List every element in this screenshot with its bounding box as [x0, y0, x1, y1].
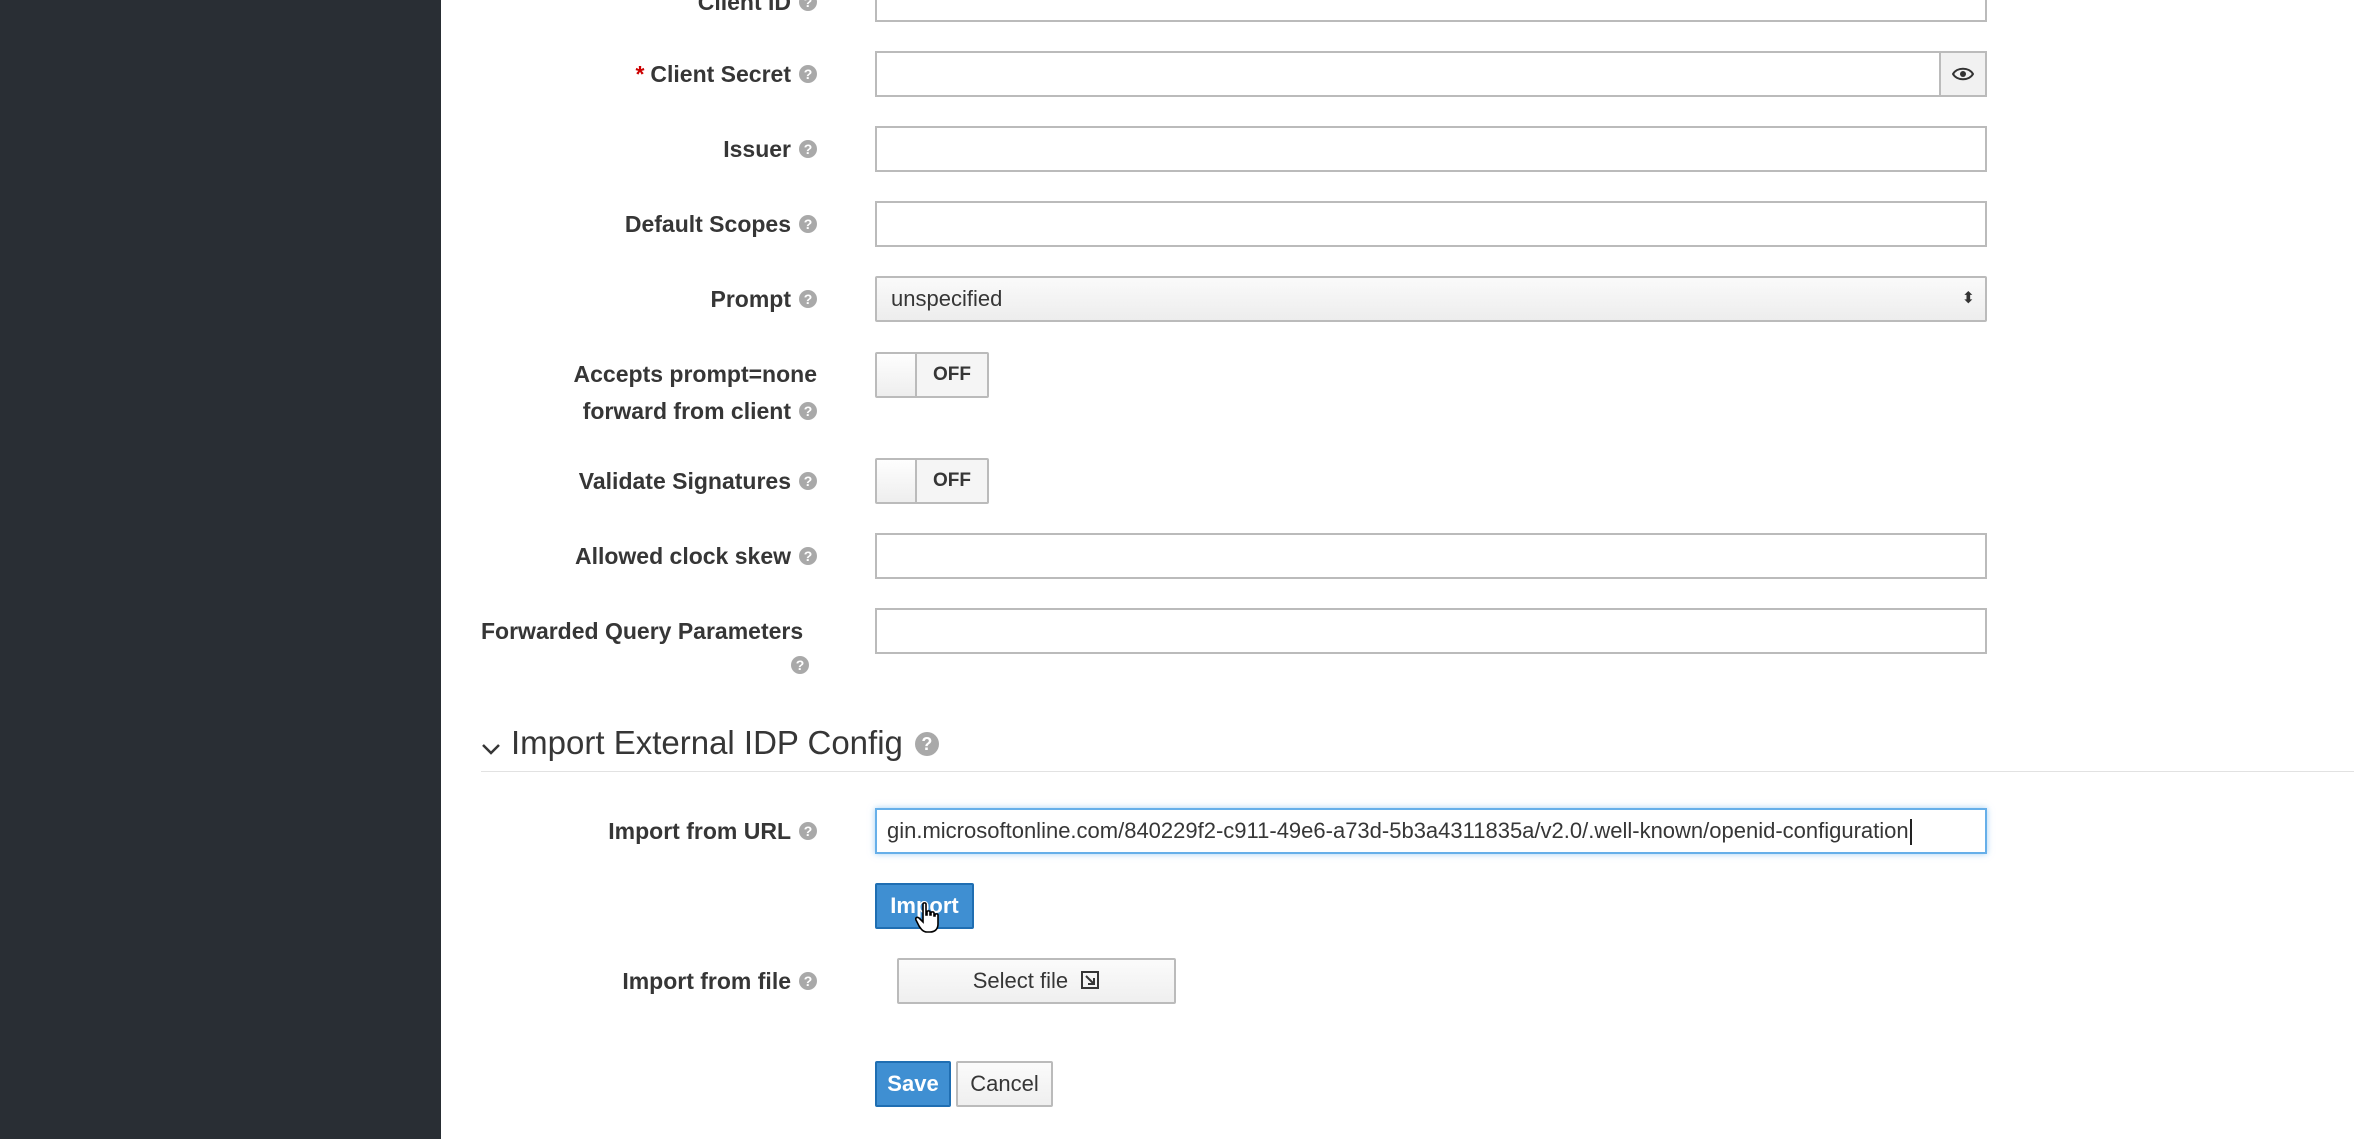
client-secret-input[interactable] [875, 51, 1987, 97]
import-section-title: Import External IDP Config [511, 724, 903, 761]
accepts-prompt-none-label-2: forward from client? [441, 393, 817, 429]
default-scopes-label: Default Scopes? [441, 206, 817, 242]
import-url-value: gin.microsoftonline.com/840229f2-c911-49… [887, 818, 1909, 843]
toggle-knob [877, 354, 917, 396]
forwarded-query-parameters-input[interactable] [875, 608, 1987, 654]
allowed-clock-skew-label: Allowed clock skew? [441, 538, 817, 574]
help-icon[interactable]: ? [799, 472, 817, 491]
toggle-state: OFF [933, 364, 971, 385]
help-icon[interactable]: ? [799, 140, 817, 159]
prompt-selected-value: unspecified [891, 286, 1003, 311]
prompt-label: Prompt? [441, 281, 817, 317]
allowed-clock-skew-input[interactable] [875, 533, 1987, 579]
client-secret-label-text: Client Secret [650, 61, 791, 87]
import-from-file-label: Import from file? [441, 963, 817, 999]
validate-signatures-label: Validate Signatures? [441, 463, 817, 499]
accepts-prompt-none-label-line1: Accepts prompt=none [573, 361, 817, 387]
section-divider [481, 771, 2354, 772]
import-from-url-input[interactable]: gin.microsoftonline.com/840229f2-c911-49… [875, 808, 1987, 854]
toggle-knob [877, 460, 917, 502]
required-mark: * [635, 61, 645, 87]
forwarded-query-parameters-label: Forwarded Query Parameters [481, 613, 841, 649]
issuer-input[interactable] [875, 126, 1987, 172]
import-from-url-label: Import from URL? [441, 813, 817, 849]
default-scopes-label-text: Default Scopes [624, 211, 791, 237]
prompt-select[interactable]: unspecified ⬍ [875, 276, 1987, 322]
left-nav-sidebar [0, 0, 441, 1139]
toggle-state: OFF [933, 470, 971, 491]
text-caret [1909, 819, 1912, 846]
cancel-button[interactable]: Cancel [956, 1061, 1053, 1107]
prompt-label-text: Prompt [710, 286, 792, 312]
eye-icon [1952, 67, 1974, 81]
help-icon[interactable]: ? [799, 0, 817, 12]
accepts-prompt-none-label-line2: forward from client [582, 398, 791, 424]
client-secret-label: * Client Secret? [441, 56, 817, 92]
show-secret-button[interactable] [1939, 53, 1985, 95]
help-icon[interactable]: ? [799, 290, 817, 309]
help-icon[interactable]: ? [799, 65, 817, 84]
forwarded-query-parameters-label-text: Forwarded Query Parameters [481, 618, 804, 644]
help-icon[interactable]: ? [799, 547, 817, 566]
allowed-clock-skew-label-text: Allowed clock skew [574, 543, 791, 569]
accepts-prompt-none-label: Accepts prompt=none [441, 356, 817, 392]
help-icon[interactable]: ? [791, 656, 809, 674]
select-file-button[interactable]: Select file [897, 958, 1176, 1004]
chevron-down-icon [481, 722, 501, 768]
identity-provider-form: Client ID? * Client Secret? Issuer? Defau… [441, 0, 2354, 1139]
client-id-input[interactable] [875, 0, 1987, 22]
import-from-url-label-text: Import from URL [608, 818, 791, 844]
help-icon[interactable]: ? [799, 822, 817, 841]
select-file-label: Select file [972, 968, 1069, 993]
import-section-header[interactable]: Import External IDP Config? [481, 720, 939, 768]
select-caret-icon: ⬍ [1961, 290, 1975, 307]
help-icon[interactable]: ? [799, 402, 817, 421]
client-id-label-text: Client ID [697, 0, 791, 15]
help-icon[interactable]: ? [799, 972, 817, 991]
file-import-icon [1081, 971, 1100, 990]
validate-signatures-toggle[interactable]: OFF [875, 458, 989, 504]
import-from-file-label-text: Import from file [622, 968, 791, 994]
help-icon[interactable]: ? [799, 215, 817, 234]
validate-signatures-label-text: Validate Signatures [578, 468, 791, 494]
accepts-prompt-none-toggle[interactable]: OFF [875, 352, 989, 398]
hand-cursor-icon [915, 902, 939, 933]
help-icon[interactable]: ? [914, 731, 939, 756]
client-id-label: Client ID? [441, 0, 817, 20]
issuer-label: Issuer? [441, 131, 817, 167]
issuer-label-text: Issuer [723, 136, 791, 162]
save-button[interactable]: Save [875, 1061, 951, 1107]
default-scopes-input[interactable] [875, 201, 1987, 247]
